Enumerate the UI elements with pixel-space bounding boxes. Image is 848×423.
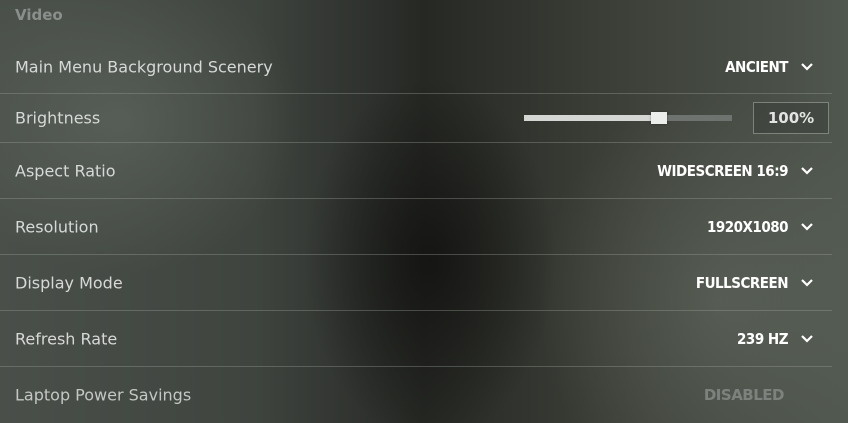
setting-row-laptop-power-savings: Laptop Power Savings DISABLED <box>0 367 832 422</box>
brightness-slider[interactable] <box>524 112 732 124</box>
dropdown-value: 1920X1080 <box>706 217 789 236</box>
display-mode-dropdown[interactable]: FULLSCREEN <box>696 274 814 292</box>
setting-label: Main Menu Background Scenery <box>15 57 273 76</box>
setting-label: Laptop Power Savings <box>15 385 192 404</box>
setting-row-refresh-rate: Refresh Rate 239 HZ <box>0 311 832 367</box>
setting-label: Aspect Ratio <box>15 161 116 180</box>
video-section-title: Video <box>15 6 63 24</box>
setting-row-resolution: Resolution 1920X1080 <box>0 199 832 255</box>
chevron-down-icon <box>801 166 813 175</box>
chevron-down-icon <box>801 62 813 71</box>
brightness-value-input[interactable]: 100% <box>753 102 829 134</box>
dropdown-value: ANCIENT <box>725 57 788 76</box>
setting-label: Display Mode <box>15 273 123 292</box>
background-scenery-dropdown[interactable]: ANCIENT <box>725 58 814 76</box>
aspect-ratio-dropdown[interactable]: WIDESCREEN 16:9 <box>657 162 814 180</box>
chevron-down-icon <box>801 222 813 231</box>
dropdown-value: WIDESCREEN 16:9 <box>657 161 788 180</box>
slider-fill <box>524 115 660 121</box>
setting-row-aspect-ratio: Aspect Ratio WIDESCREEN 16:9 <box>0 143 832 199</box>
setting-label: Resolution <box>15 217 99 236</box>
setting-row-background-scenery: Main Menu Background Scenery ANCIENT <box>0 40 832 94</box>
refresh-rate-dropdown[interactable]: 239 HZ <box>737 330 814 348</box>
dropdown-value: FULLSCREEN <box>695 273 789 292</box>
dropdown-value: 239 HZ <box>737 329 788 348</box>
setting-label: Brightness <box>15 108 101 128</box>
chevron-down-icon <box>801 278 813 287</box>
laptop-power-savings-value: DISABLED <box>703 385 785 404</box>
chevron-down-icon <box>801 334 813 343</box>
setting-label: Refresh Rate <box>15 329 118 348</box>
setting-row-brightness: Brightness 100% <box>0 94 832 143</box>
resolution-dropdown[interactable]: 1920X1080 <box>707 218 814 236</box>
setting-row-display-mode: Display Mode FULLSCREEN <box>0 255 832 311</box>
slider-thumb[interactable] <box>651 112 668 124</box>
